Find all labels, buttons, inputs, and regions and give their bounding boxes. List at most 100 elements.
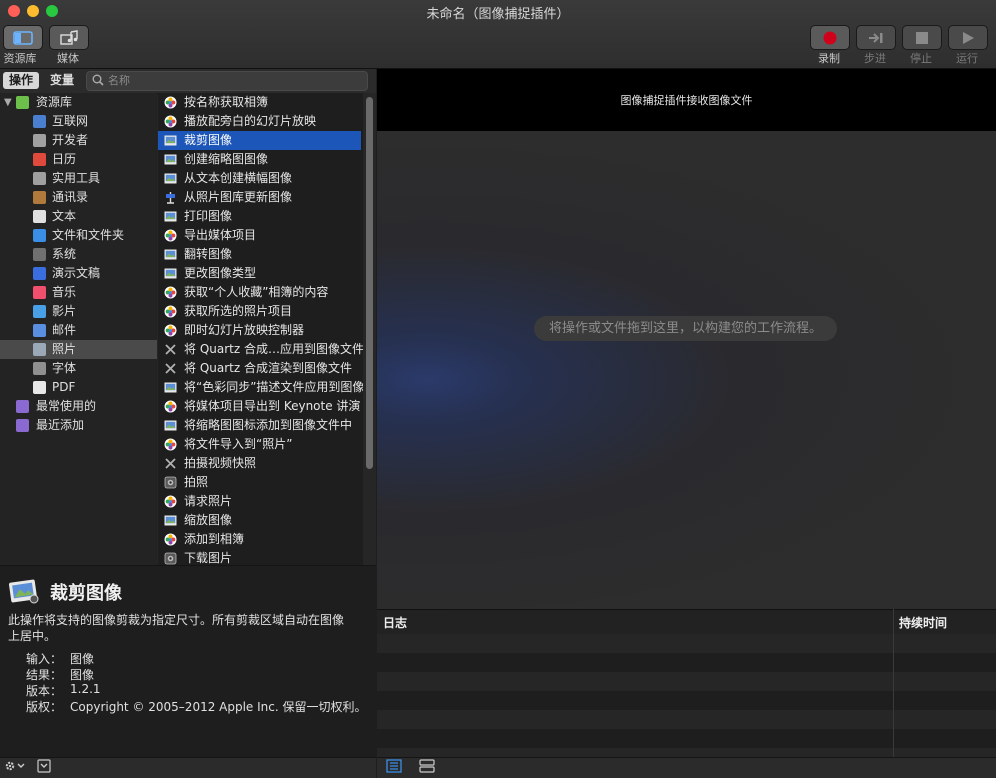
workflow-input-description: 图像捕捉插件接收图像文件	[620, 94, 753, 107]
chevron-box-icon	[37, 759, 51, 773]
library-item[interactable]: 文本	[0, 207, 157, 226]
window-title: 未命名（图像捕捉插件）	[426, 7, 570, 22]
library-item[interactable]: 实用工具	[0, 169, 157, 188]
stop-button[interactable]	[902, 25, 942, 50]
run-button[interactable]	[948, 25, 988, 50]
action-item[interactable]: 将缩略图图标添加到图像文件中	[158, 416, 361, 435]
library-item[interactable]: 文件和文件夹	[0, 226, 157, 245]
log-column-header[interactable]: 日志	[383, 614, 407, 631]
action-item[interactable]: 创建缩略图图像	[158, 150, 361, 169]
library-item[interactable]: 音乐	[0, 283, 157, 302]
duration-column-header[interactable]: 持续时间	[899, 614, 947, 631]
action-item[interactable]: 即时幻灯片放映控制器	[158, 321, 361, 340]
action-item[interactable]: 按名称获取相簿	[158, 93, 361, 112]
library-item-label: 影片	[52, 304, 77, 318]
action-item[interactable]: 请求照片	[158, 492, 361, 511]
library-item[interactable]: 开发者	[0, 131, 157, 150]
camera-icon	[164, 476, 177, 489]
action-item[interactable]: 将媒体项目导出到 Keynote 讲演	[158, 397, 361, 416]
action-item[interactable]: 将“色彩同步”描述文件应用到图像	[158, 378, 365, 397]
library-item-label: 开发者	[52, 133, 89, 147]
library-item-label: 字体	[52, 361, 77, 375]
meta-key: 版本：	[25, 684, 62, 698]
workflow-canvas[interactable]	[377, 131, 996, 609]
library-item-label: 系统	[52, 247, 77, 261]
run-label: 运行	[956, 52, 978, 65]
disclosure-triangle-icon[interactable]: ▼	[4, 93, 12, 112]
record-button[interactable]	[810, 25, 850, 50]
action-item[interactable]: 更改图像类型	[158, 264, 361, 283]
preview-image-icon	[164, 248, 177, 261]
preview-image-icon	[164, 419, 177, 432]
action-item[interactable]: 播放配旁白的幻灯片放映	[158, 112, 361, 131]
library-item[interactable]: 邮件	[0, 321, 157, 340]
action-item[interactable]: 拍照	[158, 473, 361, 492]
action-item[interactable]: 将 Quartz 合成…应用到图像文件	[158, 340, 364, 359]
actions-scrollbar-thumb[interactable]	[366, 97, 373, 469]
globe-icon	[33, 115, 46, 128]
action-item[interactable]: 翻转图像	[158, 245, 361, 264]
library-item-label: 邮件	[52, 323, 77, 337]
meta-value: Copyright © 2005–2012 Apple Inc. 保留一切权利。	[70, 700, 367, 714]
text-doc-icon	[33, 210, 46, 223]
action-item-label: 翻转图像	[184, 247, 233, 261]
action-item[interactable]: 获取所选的照片项目	[158, 302, 361, 321]
library-item[interactable]: 影片	[0, 302, 157, 321]
library-item[interactable]: ▼ 资源库	[0, 93, 157, 112]
action-item[interactable]: 裁剪图像	[158, 131, 361, 150]
log-row	[377, 672, 996, 691]
photos-app-icon	[164, 495, 177, 508]
tab-actions[interactable]: 操作	[3, 72, 40, 89]
action-item[interactable]: 将 Quartz 合成渲染到图像文件	[158, 359, 361, 378]
action-item-label: 将媒体项目导出到 Keynote 讲演	[184, 399, 361, 413]
action-item[interactable]: 缩放图像	[158, 511, 361, 530]
action-item-label: 将缩略图图标添加到图像文件中	[184, 418, 353, 432]
action-item[interactable]: 从文本创建横幅图像	[158, 169, 361, 188]
step-button[interactable]	[856, 25, 896, 50]
gear-menu-button[interactable]	[4, 759, 28, 776]
library-item[interactable]: PDF	[0, 378, 157, 397]
library-item[interactable]: 最常使用的	[0, 397, 157, 416]
tab-variables[interactable]: 变量	[44, 72, 80, 89]
action-item-label: 将“色彩同步”描述文件应用到图像	[184, 380, 365, 394]
library-item[interactable]: 照片	[0, 340, 157, 359]
action-item[interactable]: 获取“个人收藏”相簿的内容	[158, 283, 361, 302]
library-toggle-button[interactable]	[3, 25, 43, 50]
action-item[interactable]: 打印图像	[158, 207, 361, 226]
library-item[interactable]: 系统	[0, 245, 157, 264]
list-view-icon	[386, 759, 402, 773]
contacts-icon	[33, 191, 46, 204]
list-view-button[interactable]	[386, 759, 402, 776]
photos-app-icon	[164, 324, 177, 337]
action-title: 裁剪图像	[50, 583, 122, 604]
library-item[interactable]: 演示文稿	[0, 264, 157, 283]
library-item[interactable]: 字体	[0, 359, 157, 378]
description-toggle-button[interactable]	[37, 759, 51, 776]
sidebar-icon	[13, 30, 33, 45]
library-item[interactable]: 通讯录	[0, 188, 157, 207]
play-icon	[963, 31, 974, 44]
action-item[interactable]: 拍摄视频快照	[158, 454, 361, 473]
preview-image-icon	[164, 134, 177, 147]
photos-icon	[33, 343, 46, 356]
library-item[interactable]: 最近添加	[0, 416, 157, 435]
tools-icon	[33, 172, 46, 185]
action-item[interactable]: 将文件导入到“照片”	[158, 435, 361, 454]
library-list: ▼ 资源库 互联网开发者日历实用工具通讯录文本文件和文件夹系统演示文稿 音乐影片邮件照…	[0, 93, 157, 565]
preview-image-icon	[164, 381, 177, 394]
media-button[interactable]	[49, 25, 89, 50]
library-item-label: 实用工具	[52, 171, 101, 185]
flow-view-button[interactable]	[419, 759, 435, 776]
library-item-label: 文本	[52, 209, 77, 223]
action-item[interactable]: 导出媒体项目	[158, 226, 361, 245]
library-item[interactable]: 日历	[0, 150, 157, 169]
action-item[interactable]: 从照片图库更新图像	[158, 188, 361, 207]
library-item[interactable]: 互联网	[0, 112, 157, 131]
action-item[interactable]: 添加到相簿	[158, 530, 361, 549]
log-column-divider[interactable]	[893, 609, 894, 757]
action-item-label: 裁剪图像	[184, 133, 233, 147]
search-input[interactable]	[108, 72, 358, 88]
action-item-label: 添加到相簿	[184, 532, 245, 546]
library-bottom-bar	[0, 757, 376, 778]
preview-image-icon	[164, 514, 177, 527]
